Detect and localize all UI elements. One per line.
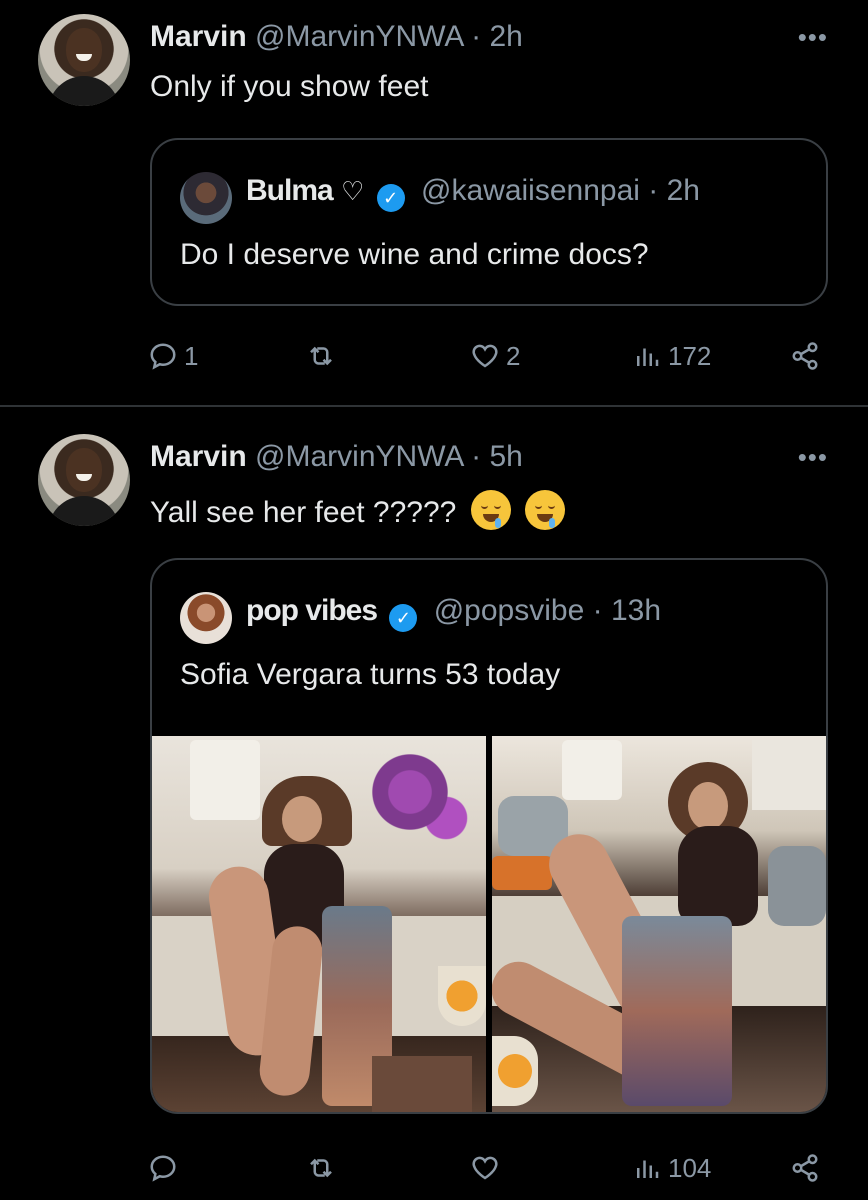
drooling-face-emoji [470, 490, 511, 530]
drooling-face-emoji [525, 490, 566, 530]
quoted-handle: @kawaiisennpai [421, 174, 640, 207]
tweet-1[interactable]: Marvin @MarvinYNWA · 2h ••• Only if you … [0, 0, 868, 406]
quoted-avatar[interactable] [180, 172, 232, 224]
author-handle[interactable]: @MarvinYNWA [255, 440, 463, 473]
avatar[interactable] [38, 434, 130, 526]
avatar[interactable] [38, 14, 130, 106]
quoted-header: pop vibes ✓ @popsvibe · 13h [246, 594, 661, 632]
tweet-text-container: Yall see her feet ????? [150, 490, 566, 530]
media-photo-2[interactable] [492, 736, 826, 1112]
retweet-icon [310, 346, 332, 366]
verified-badge-icon: ✓ [389, 604, 418, 632]
share-button[interactable] [790, 1148, 820, 1188]
share-icon [792, 1154, 818, 1182]
tweet-text: Yall see her feet ????? [150, 496, 457, 529]
action-bar: 1 2 172 [148, 336, 838, 376]
quoted-text: Sofia Vergara turns 53 today [180, 658, 561, 691]
timestamp[interactable]: 2h [489, 20, 522, 53]
quoted-timestamp: 13h [610, 594, 662, 627]
views-icon [637, 348, 659, 366]
like-button[interactable] [470, 1148, 506, 1188]
share-button[interactable] [790, 336, 820, 376]
quoted-author-name[interactable]: Bulma [246, 174, 334, 207]
like-button[interactable]: 2 [470, 336, 520, 376]
action-bar: 104 [148, 1148, 838, 1188]
like-count: 2 [506, 340, 521, 371]
quoted-tweet[interactable]: Bulma ♡ ✓ @kawaiisennpai · 2h Do I deser… [150, 138, 828, 306]
quoted-author-name[interactable]: pop vibes [246, 594, 378, 627]
quoted-timestamp: 2h [666, 174, 700, 207]
reply-button[interactable] [148, 1148, 184, 1188]
like-icon [472, 1156, 498, 1180]
separator: · [471, 440, 482, 473]
view-count: 104 [668, 1152, 712, 1183]
quoted-text: Do I deserve wine and crime docs? [180, 238, 649, 271]
author-handle[interactable]: @MarvinYNWA [255, 20, 463, 53]
verified-badge-icon: ✓ [376, 184, 405, 212]
quoted-tweet[interactable]: pop vibes ✓ @popsvibe · 13h Sofia Vergar… [150, 558, 828, 1114]
reply-icon [150, 1155, 176, 1182]
separator: · [592, 594, 603, 627]
like-icon [472, 344, 498, 368]
timestamp[interactable]: 5h [489, 440, 522, 473]
tweet-header: Marvin @MarvinYNWA · 2h [150, 20, 523, 54]
reply-count: 1 [184, 340, 199, 371]
tweet-2[interactable]: Marvin @MarvinYNWA · 5h ••• Yall see her… [0, 408, 868, 1200]
media-grid [152, 736, 826, 1112]
heart-emoji-icon: ♡ [341, 176, 365, 206]
quoted-handle: @popsvibe [433, 594, 585, 627]
reply-icon [150, 343, 176, 370]
share-icon [792, 342, 818, 370]
views-icon [637, 1160, 659, 1178]
separator: · [471, 20, 482, 53]
quoted-header: Bulma ♡ ✓ @kawaiisennpai · 2h [246, 174, 700, 212]
author-name[interactable]: Marvin [150, 20, 247, 53]
views-button[interactable]: 172 [632, 336, 711, 376]
quoted-avatar[interactable] [180, 592, 232, 644]
media-photo-1[interactable] [152, 736, 486, 1112]
separator: · [648, 174, 659, 207]
author-name[interactable]: Marvin [150, 440, 247, 473]
more-icon[interactable]: ••• [798, 442, 828, 473]
views-button[interactable]: 104 [632, 1148, 711, 1188]
tweet-text: Only if you show feet [150, 70, 429, 103]
view-count: 172 [668, 340, 712, 371]
more-icon[interactable]: ••• [798, 22, 828, 53]
tweet-divider [0, 405, 868, 407]
tweet-header: Marvin @MarvinYNWA · 5h [150, 440, 523, 474]
retweet-button[interactable] [306, 1148, 342, 1188]
reply-button[interactable]: 1 [148, 336, 198, 376]
retweet-icon [310, 1158, 332, 1178]
retweet-button[interactable] [306, 336, 342, 376]
